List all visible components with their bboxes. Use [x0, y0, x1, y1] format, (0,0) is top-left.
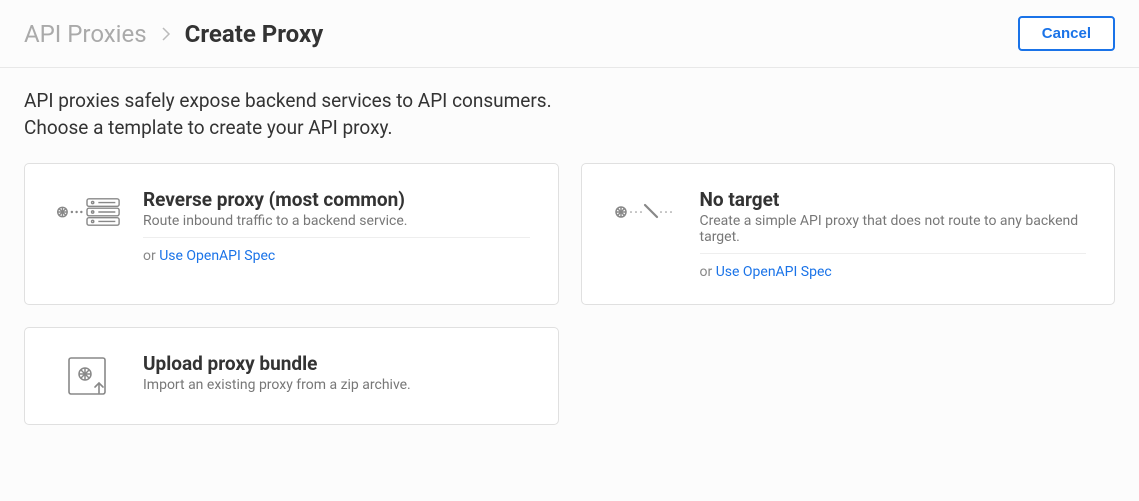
- page-header: API Proxies Create Proxy Cancel: [0, 0, 1139, 68]
- card-or-row: or Use OpenAPI Spec: [700, 253, 1087, 280]
- card-title: Reverse proxy (most common): [143, 188, 530, 211]
- use-openapi-link[interactable]: Use OpenAPI Spec: [716, 264, 832, 280]
- breadcrumb: API Proxies Create Proxy: [24, 20, 323, 48]
- card-title: No target: [700, 188, 1087, 211]
- or-text: or: [700, 264, 716, 280]
- card-no-target[interactable]: No target Create a simple API proxy that…: [581, 163, 1116, 305]
- cancel-button[interactable]: Cancel: [1018, 16, 1115, 51]
- card-description: Create a simple API proxy that does not …: [700, 213, 1087, 245]
- no-target-icon: [610, 188, 678, 236]
- card-description: Import an existing proxy from a zip arch…: [143, 377, 530, 393]
- intro-text: API proxies safely expose backend servic…: [24, 88, 1115, 141]
- card-body: Upload proxy bundle Import an existing p…: [143, 352, 530, 400]
- chevron-right-icon: [161, 20, 171, 48]
- or-text: or: [143, 248, 159, 264]
- breadcrumb-parent-link[interactable]: API Proxies: [24, 20, 147, 48]
- use-openapi-link[interactable]: Use OpenAPI Spec: [159, 248, 275, 264]
- breadcrumb-current: Create Proxy: [185, 20, 324, 48]
- intro-line-1: API proxies safely expose backend servic…: [24, 88, 1115, 115]
- card-body: No target Create a simple API proxy that…: [700, 188, 1087, 280]
- card-reverse-proxy[interactable]: Reverse proxy (most common) Route inboun…: [24, 163, 559, 305]
- template-grid: Reverse proxy (most common) Route inboun…: [24, 163, 1115, 425]
- upload-bundle-icon: [53, 352, 121, 400]
- content-area: API proxies safely expose backend servic…: [0, 68, 1139, 445]
- card-or-row: or Use OpenAPI Spec: [143, 237, 530, 264]
- card-body: Reverse proxy (most common) Route inboun…: [143, 188, 530, 280]
- card-upload-bundle[interactable]: Upload proxy bundle Import an existing p…: [24, 327, 559, 425]
- card-description: Route inbound traffic to a backend servi…: [143, 213, 530, 229]
- intro-line-2: Choose a template to create your API pro…: [24, 115, 1115, 142]
- card-title: Upload proxy bundle: [143, 352, 530, 375]
- reverse-proxy-icon: [53, 188, 121, 236]
